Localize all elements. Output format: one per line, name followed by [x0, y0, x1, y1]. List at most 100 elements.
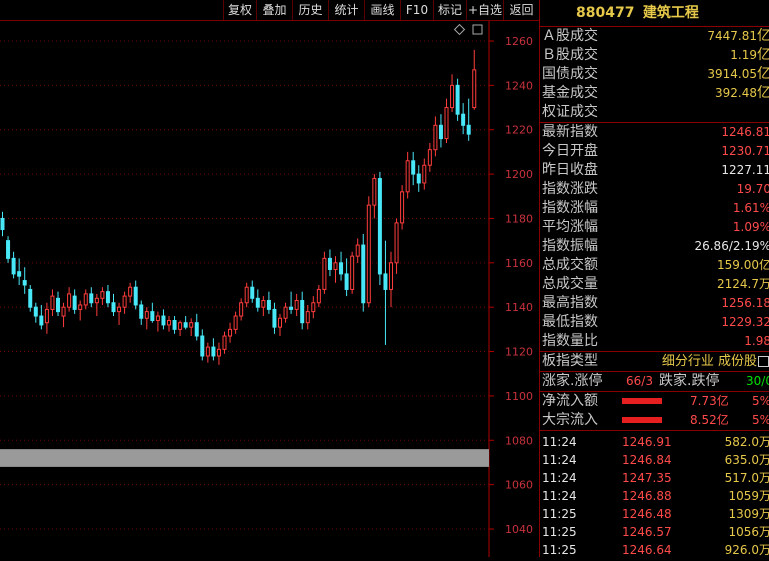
candle-body: [394, 222, 399, 264]
index-row: 最高指数 1256.18: [542, 295, 769, 311]
toolbar-button-0[interactable]: 复权: [223, 0, 256, 20]
candlestick-chart[interactable]: 1260 1240 1220 1200 1180 1160 1140 1120 1100 1080…: [0, 21, 539, 557]
candle-body: [433, 124, 438, 151]
candle-body: [472, 69, 477, 109]
stock-name: 建筑工程: [642, 5, 699, 21]
candle-body: [339, 262, 344, 275]
candle-body: [100, 291, 105, 299]
board-type-value[interactable]: 细分行业 成份股: [662, 352, 757, 371]
toolbar-button-7[interactable]: +自选: [466, 0, 503, 20]
candle-body: [333, 262, 338, 270]
candle-body: [222, 335, 227, 350]
candle-body: [377, 178, 382, 275]
candle-body: [289, 306, 294, 310]
candle-body: [266, 300, 271, 310]
candle-body: [278, 317, 282, 328]
volume-row: 权证成交: [542, 104, 598, 120]
candle-body: [411, 160, 416, 175]
candle-body: [400, 191, 405, 224]
candle-body: [233, 315, 238, 330]
flow-row: 大宗流入8.52亿5%: [542, 412, 769, 428]
candle-body: [0, 217, 5, 231]
candle-body: [216, 348, 221, 357]
candle-body: [83, 293, 88, 306]
y-tick-label: 1260: [505, 35, 533, 48]
candle-body: [461, 113, 466, 126]
candle-body: [355, 244, 360, 257]
candle-body: [178, 322, 183, 330]
stock-title: 880477 建筑工程: [540, 0, 769, 27]
candle-body: [44, 308, 49, 324]
candle-body: [316, 288, 321, 304]
updown-row: 涨家.涨停 66/3 跌家.跌停 30/0: [540, 371, 769, 391]
candle-body: [294, 300, 299, 310]
candle-body: [322, 257, 327, 290]
toolbar-button-1[interactable]: 叠加: [256, 0, 292, 20]
candle-body: [416, 173, 421, 184]
chart-svg: 1260 1240 1220 1200 1180 1160 1140 1120 1100 1080…: [0, 21, 533, 557]
toolbar-button-8[interactable]: 返回: [503, 0, 539, 20]
flow-section: 净流入额7.73亿5% 大宗流入8.52亿5%: [540, 391, 769, 430]
y-tick-label: 1240: [505, 79, 533, 92]
candle-body: [122, 295, 127, 308]
toolbar-button-5[interactable]: F10: [400, 0, 433, 20]
candle-body: [33, 306, 38, 317]
candle-body: [389, 262, 393, 290]
candle-body: [61, 306, 66, 317]
tick-row: 11:24 1246.88 1059万: [542, 489, 769, 503]
y-tick-label: 1220: [505, 124, 533, 137]
y-tick-label: 1120: [505, 346, 533, 359]
candle-body: [466, 124, 471, 135]
candle-body: [78, 304, 83, 310]
diamond-icon: [453, 23, 466, 36]
toolbar-button-3[interactable]: 统计: [328, 0, 364, 20]
candle-body: [228, 328, 233, 337]
candle-body: [255, 297, 260, 308]
volume-row: Ａ股成交7447.81亿: [542, 28, 769, 44]
candle-body: [366, 204, 371, 304]
tick-list: 11:24 1246.91 582.0万 11:24 1246.84 635.0万 11:2…: [540, 430, 769, 557]
square-icon: [472, 24, 483, 35]
candle-body: [244, 286, 249, 304]
candle-body: [311, 302, 316, 313]
index-row: 今日开盘 1230.71: [542, 143, 769, 159]
selection-band: [0, 449, 489, 467]
tick-row: 11:24 1246.84 635.0万: [542, 453, 769, 467]
candle-body: [17, 271, 22, 277]
candle-body: [427, 149, 432, 166]
tick-row: 11:24 1246.91 582.0万: [542, 435, 769, 449]
candle-body: [139, 304, 144, 319]
candle-body: [422, 164, 427, 184]
candle-body: [111, 302, 116, 313]
candle-body: [350, 255, 355, 290]
board-type-row: 板指类型 细分行业 成份股: [540, 351, 769, 371]
candle-body: [144, 311, 149, 319]
index-row: 指数量比 1.98: [542, 333, 769, 349]
candle-body: [305, 311, 310, 324]
candle-body: [161, 315, 166, 326]
tick-row: 11:24 1247.35 517.0万: [542, 471, 769, 485]
candle-body: [272, 308, 277, 328]
menu-icon[interactable]: [758, 356, 769, 367]
candle-body: [150, 311, 155, 321]
candle-body: [239, 302, 244, 317]
y-tick-label: 1140: [505, 301, 533, 314]
candle-body: [22, 280, 27, 286]
candle-body: [11, 257, 16, 275]
candle-body: [50, 295, 55, 310]
y-tick-label: 1100: [505, 390, 533, 403]
flow-row: 净流入额7.73亿5%: [542, 393, 769, 409]
candle-body: [117, 306, 122, 313]
candle-body: [344, 273, 349, 290]
candle-body: [383, 273, 388, 290]
candle-body: [172, 319, 177, 330]
toolbar-button-4[interactable]: 画线: [364, 0, 400, 20]
candle-body: [450, 84, 455, 109]
candle-body: [211, 346, 216, 357]
toolbar-button-2[interactable]: 历史: [292, 0, 328, 20]
candle-body: [200, 335, 205, 357]
tick-row: 11:25 1246.64 926.0万: [542, 543, 769, 557]
toolbar-button-6[interactable]: 标记: [433, 0, 466, 20]
candle-body: [133, 286, 138, 306]
candle-body: [261, 300, 266, 308]
